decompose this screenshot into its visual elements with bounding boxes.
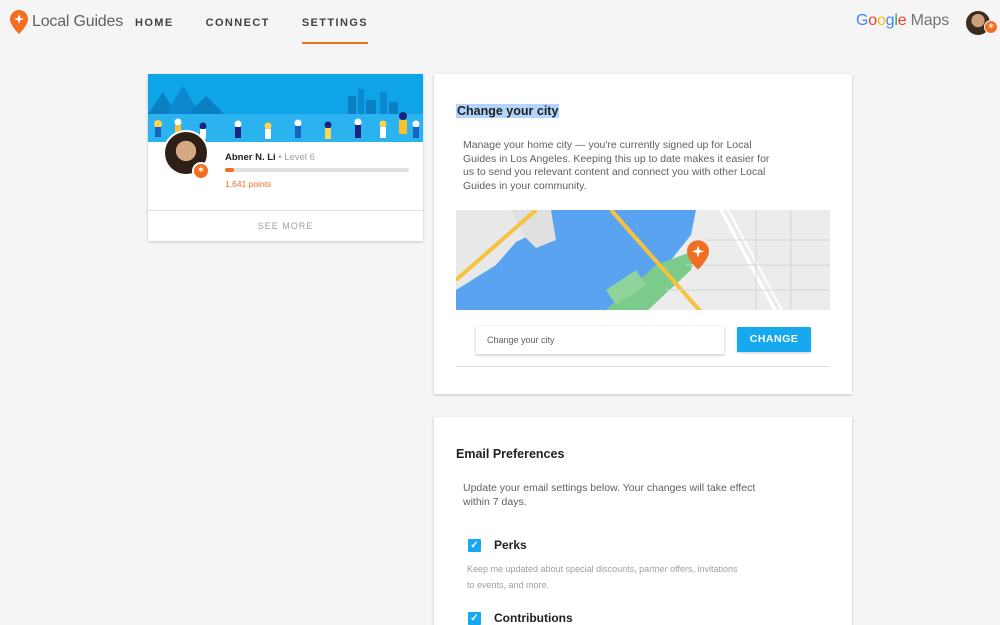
card-description: Update your email settings below. Your c… (463, 482, 756, 508)
profile-card: ✶ Abner N. Li • Level 6 1,641 points SEE… (148, 74, 423, 241)
see-more-button[interactable]: SEE MORE (148, 211, 423, 241)
top-bar: Local Guides HOME CONNECT SETTINGS Googl… (0, 0, 1000, 46)
pref-label: Perks (494, 538, 527, 552)
profile-points: 1,641 points (225, 179, 272, 189)
logo-text: Local Guides (32, 13, 123, 30)
card-title: Email Preferences (456, 447, 565, 461)
points-progress-fill (225, 168, 235, 172)
maps-word: Maps (906, 12, 950, 29)
card-title: Change your city (456, 104, 560, 118)
pref-label: Contributions (494, 611, 573, 625)
change-city-card: Change your city Manage your home city —… (434, 74, 852, 394)
google-maps-logo[interactable]: Google Maps (856, 12, 949, 30)
perks-checkbox[interactable]: ✓ (468, 539, 481, 552)
google-letter: o (868, 12, 877, 29)
nav-settings[interactable]: SETTINGS (301, 0, 369, 46)
city-input[interactable] (476, 326, 724, 354)
main-nav: HOME CONNECT SETTINGS (135, 0, 400, 46)
nav-connect[interactable]: CONNECT (206, 0, 270, 46)
nav-home[interactable]: HOME (135, 0, 174, 46)
profile-name: Abner N. Li (225, 152, 276, 163)
profile-level: • Level 6 (275, 152, 315, 163)
card-description: Manage your home city — you're currently… (463, 139, 770, 192)
pref-description: Keep me updated about special discounts,… (467, 564, 738, 590)
change-button[interactable]: CHANGE (737, 327, 811, 352)
map-pin-icon (10, 10, 28, 34)
location-pin-icon (687, 240, 709, 270)
points-progress-bar (225, 168, 409, 172)
google-letter: G (856, 12, 869, 29)
contributions-checkbox[interactable]: ✓ (468, 612, 481, 625)
local-guides-logo[interactable]: Local Guides (10, 10, 123, 34)
city-map[interactable] (456, 210, 830, 312)
divider (456, 366, 830, 367)
map-illustration (456, 210, 830, 312)
star-badge-icon: ✶ (192, 162, 210, 180)
email-preferences-card: Email Preferences Update your email sett… (434, 417, 852, 625)
google-letter: o (876, 12, 886, 29)
star-badge-icon: ✶ (984, 20, 998, 34)
profile-name-line: Abner N. Li • Level 6 (225, 152, 315, 163)
